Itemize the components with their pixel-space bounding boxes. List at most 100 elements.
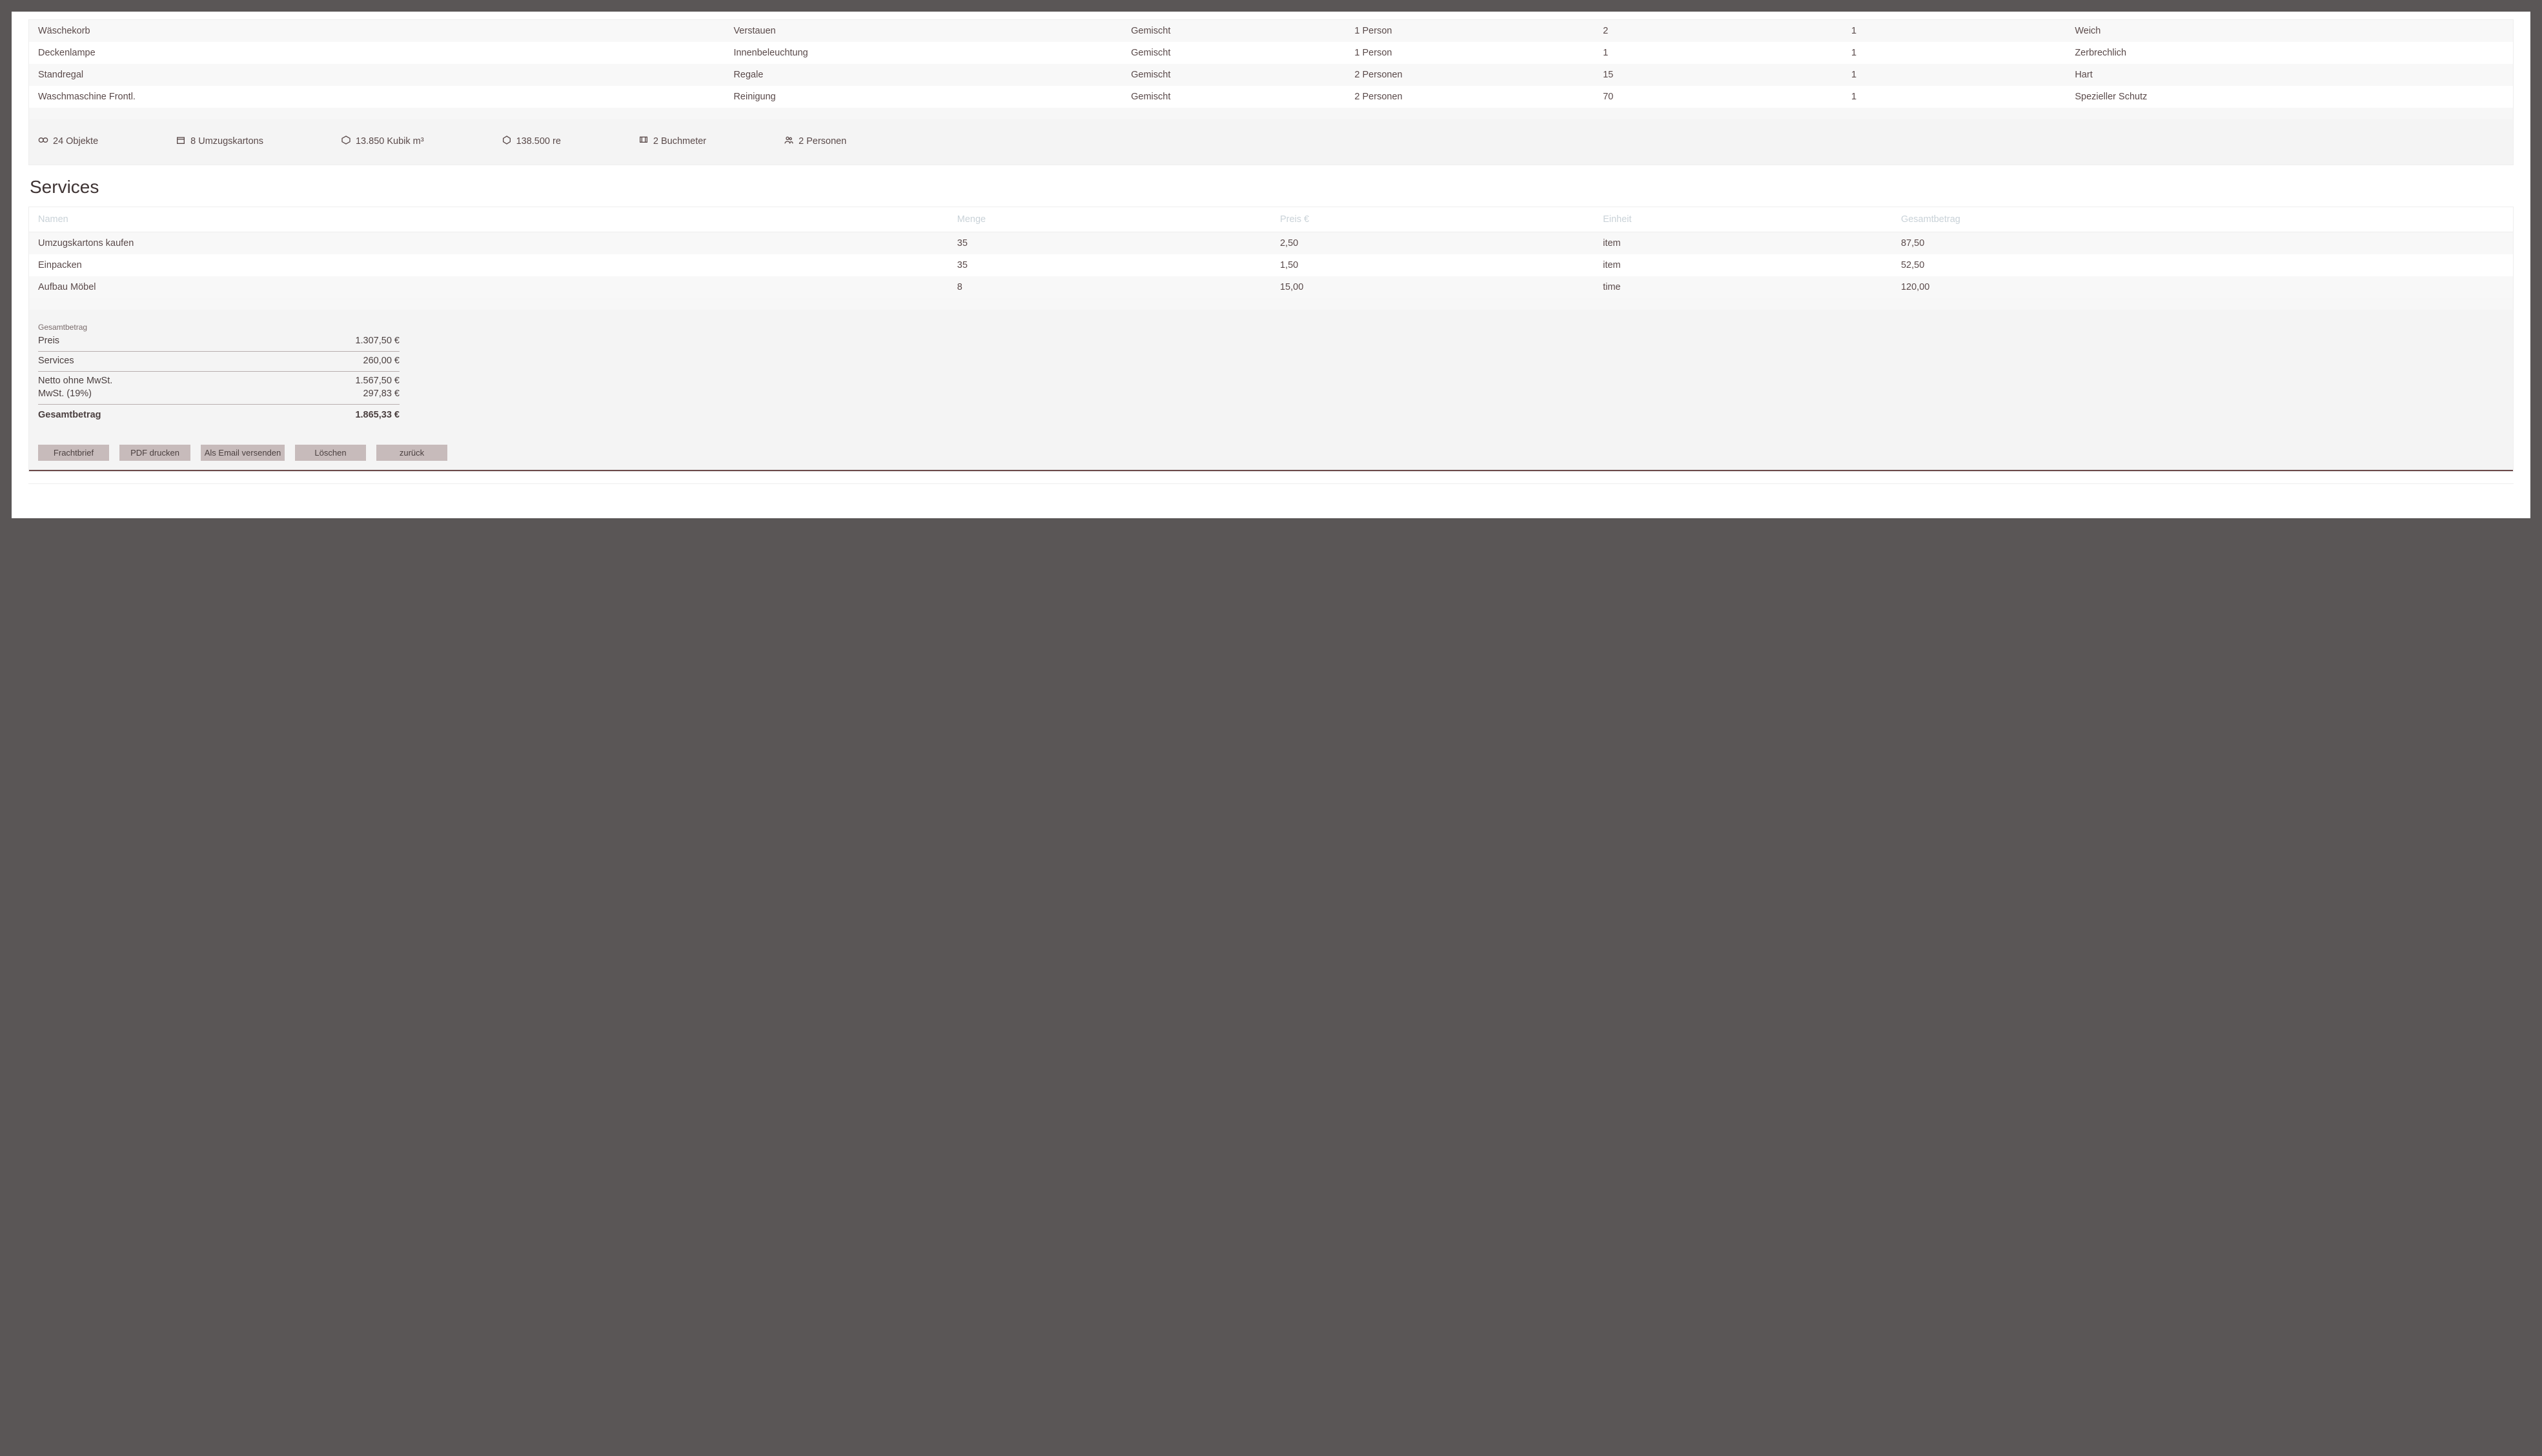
delete-button[interactable]: Löschen xyxy=(295,445,366,461)
item-name: Standregal xyxy=(29,64,724,86)
back-button[interactable]: zurück xyxy=(376,445,447,461)
service-qty: 35 xyxy=(948,254,1271,276)
summary-persons: 2 Personen xyxy=(784,135,846,148)
summary-weight-text: 138.500 re xyxy=(516,136,561,147)
item-room: Gemischt xyxy=(1122,20,1345,42)
service-unit: item xyxy=(1594,232,1892,255)
objects-icon xyxy=(38,135,48,148)
item-col-b: 1 xyxy=(1842,86,2066,108)
service-total: 52,50 xyxy=(1892,254,2513,276)
item-col-a: 15 xyxy=(1594,64,1842,86)
services-header-price: Preis € xyxy=(1271,207,1594,232)
summary-boxes: 8 Umzugskartons xyxy=(176,135,263,148)
table-row: Aufbau Möbel815,00time120,00 xyxy=(29,276,2513,298)
item-col-a: 1 xyxy=(1594,42,1842,64)
totals-divider xyxy=(38,404,400,405)
item-material: Zerbrechlich xyxy=(2066,42,2513,64)
totals-price-row: Preis 1.307,50 € xyxy=(38,334,400,347)
totals-vat-label: MwSt. (19%) xyxy=(38,389,92,399)
totals-grand-value: 1.865,33 € xyxy=(355,410,400,420)
bottom-divider xyxy=(28,483,2514,492)
item-category: Reinigung xyxy=(724,86,1122,108)
totals-net-label: Netto ohne MwSt. xyxy=(38,376,112,386)
summary-boxes-text: 8 Umzugskartons xyxy=(190,136,263,147)
pdf-button[interactable]: PDF drucken xyxy=(119,445,190,461)
item-category: Verstauen xyxy=(724,20,1122,42)
service-unit: time xyxy=(1594,276,1892,298)
service-total: 87,50 xyxy=(1892,232,2513,255)
service-qty: 8 xyxy=(948,276,1271,298)
summary-bookmeter-text: 2 Buchmeter xyxy=(653,136,706,147)
item-col-a: 70 xyxy=(1594,86,1842,108)
item-col-b: 1 xyxy=(1842,42,2066,64)
item-room: Gemischt xyxy=(1122,64,1345,86)
services-header-row: Namen Menge Preis € Einheit Gesamtbetrag xyxy=(29,207,2513,232)
table-row: Einpacken351,50item52,50 xyxy=(29,254,2513,276)
service-unit: item xyxy=(1594,254,1892,276)
freight-button[interactable]: Frachtbrief xyxy=(38,445,109,461)
persons-icon xyxy=(784,135,794,148)
service-total: 120,00 xyxy=(1892,276,2513,298)
summary-weight: 138.500 re xyxy=(502,135,561,148)
summary-bar: 24 Objekte 8 Umzugskartons 13.850 Kubik … xyxy=(29,119,2513,165)
cube-icon xyxy=(341,135,351,148)
service-qty: 35 xyxy=(948,232,1271,255)
totals-divider xyxy=(38,371,400,372)
totals-vat-value: 297,83 € xyxy=(363,389,400,399)
summary-volume-text: 13.850 Kubik m³ xyxy=(356,136,424,147)
table-row: WäschekorbVerstauenGemischt1 Person21Wei… xyxy=(29,20,2513,42)
totals-net-row: Netto ohne MwSt. 1.567,50 € xyxy=(38,374,400,387)
item-name: Wäschekorb xyxy=(29,20,724,42)
service-price: 15,00 xyxy=(1271,276,1594,298)
totals-price-value: 1.307,50 € xyxy=(355,336,400,346)
services-header-total: Gesamtbetrag xyxy=(1892,207,2513,232)
totals-services-value: 260,00 € xyxy=(363,356,400,366)
services-header-qty: Menge xyxy=(948,207,1271,232)
totals-group-label: Gesamtbetrag xyxy=(38,323,400,332)
summary-persons-text: 2 Personen xyxy=(798,136,846,147)
item-material: Weich xyxy=(2066,20,2513,42)
table-row: DeckenlampeInnenbeleuchtungGemischt1 Per… xyxy=(29,42,2513,64)
totals-net-value: 1.567,50 € xyxy=(355,376,400,386)
service-name: Umzugskartons kaufen xyxy=(29,232,948,255)
hex-icon xyxy=(502,135,512,148)
summary-objects-text: 24 Objekte xyxy=(53,136,98,147)
item-material: Spezieller Schutz xyxy=(2066,86,2513,108)
service-name: Aufbau Möbel xyxy=(29,276,948,298)
services-header-name: Namen xyxy=(29,207,948,232)
action-bar: Frachtbrief PDF drucken Als Email versen… xyxy=(29,434,2513,471)
item-category: Innenbeleuchtung xyxy=(724,42,1122,64)
item-category: Regale xyxy=(724,64,1122,86)
item-persons: 1 Person xyxy=(1345,20,1594,42)
item-col-b: 1 xyxy=(1842,64,2066,86)
summary-objects: 24 Objekte xyxy=(38,135,98,148)
item-room: Gemischt xyxy=(1122,86,1345,108)
totals-services-row: Services 260,00 € xyxy=(38,354,400,367)
totals-vat-row: MwSt. (19%) 297,83 € xyxy=(38,387,400,400)
services-table: Namen Menge Preis € Einheit Gesamtbetrag… xyxy=(29,207,2513,298)
item-col-b: 1 xyxy=(1842,20,2066,42)
totals-price-label: Preis xyxy=(38,336,59,346)
item-name: Deckenlampe xyxy=(29,42,724,64)
box-icon xyxy=(176,135,186,148)
items-table: WäschekorbVerstauenGemischt1 Person21Wei… xyxy=(29,20,2513,108)
email-button[interactable]: Als Email versenden xyxy=(201,445,285,461)
service-price: 2,50 xyxy=(1271,232,1594,255)
shelf-icon xyxy=(638,135,649,148)
item-material: Hart xyxy=(2066,64,2513,86)
services-card: Namen Menge Preis € Einheit Gesamtbetrag… xyxy=(28,207,2514,472)
totals-divider xyxy=(38,351,400,352)
item-persons: 1 Person xyxy=(1345,42,1594,64)
items-card: WäschekorbVerstauenGemischt1 Person21Wei… xyxy=(28,19,2514,165)
summary-volume: 13.850 Kubik m³ xyxy=(341,135,424,148)
service-price: 1,50 xyxy=(1271,254,1594,276)
service-name: Einpacken xyxy=(29,254,948,276)
summary-bookmeter: 2 Buchmeter xyxy=(638,135,706,148)
totals-block: Gesamtbetrag Preis 1.307,50 € Services 2… xyxy=(38,323,400,421)
totals-grand-label: Gesamtbetrag xyxy=(38,410,101,420)
item-col-a: 2 xyxy=(1594,20,1842,42)
totals-section: Gesamtbetrag Preis 1.307,50 € Services 2… xyxy=(29,310,2513,434)
item-persons: 2 Personen xyxy=(1345,64,1594,86)
totals-services-label: Services xyxy=(38,356,74,366)
services-title: Services xyxy=(30,177,2514,197)
